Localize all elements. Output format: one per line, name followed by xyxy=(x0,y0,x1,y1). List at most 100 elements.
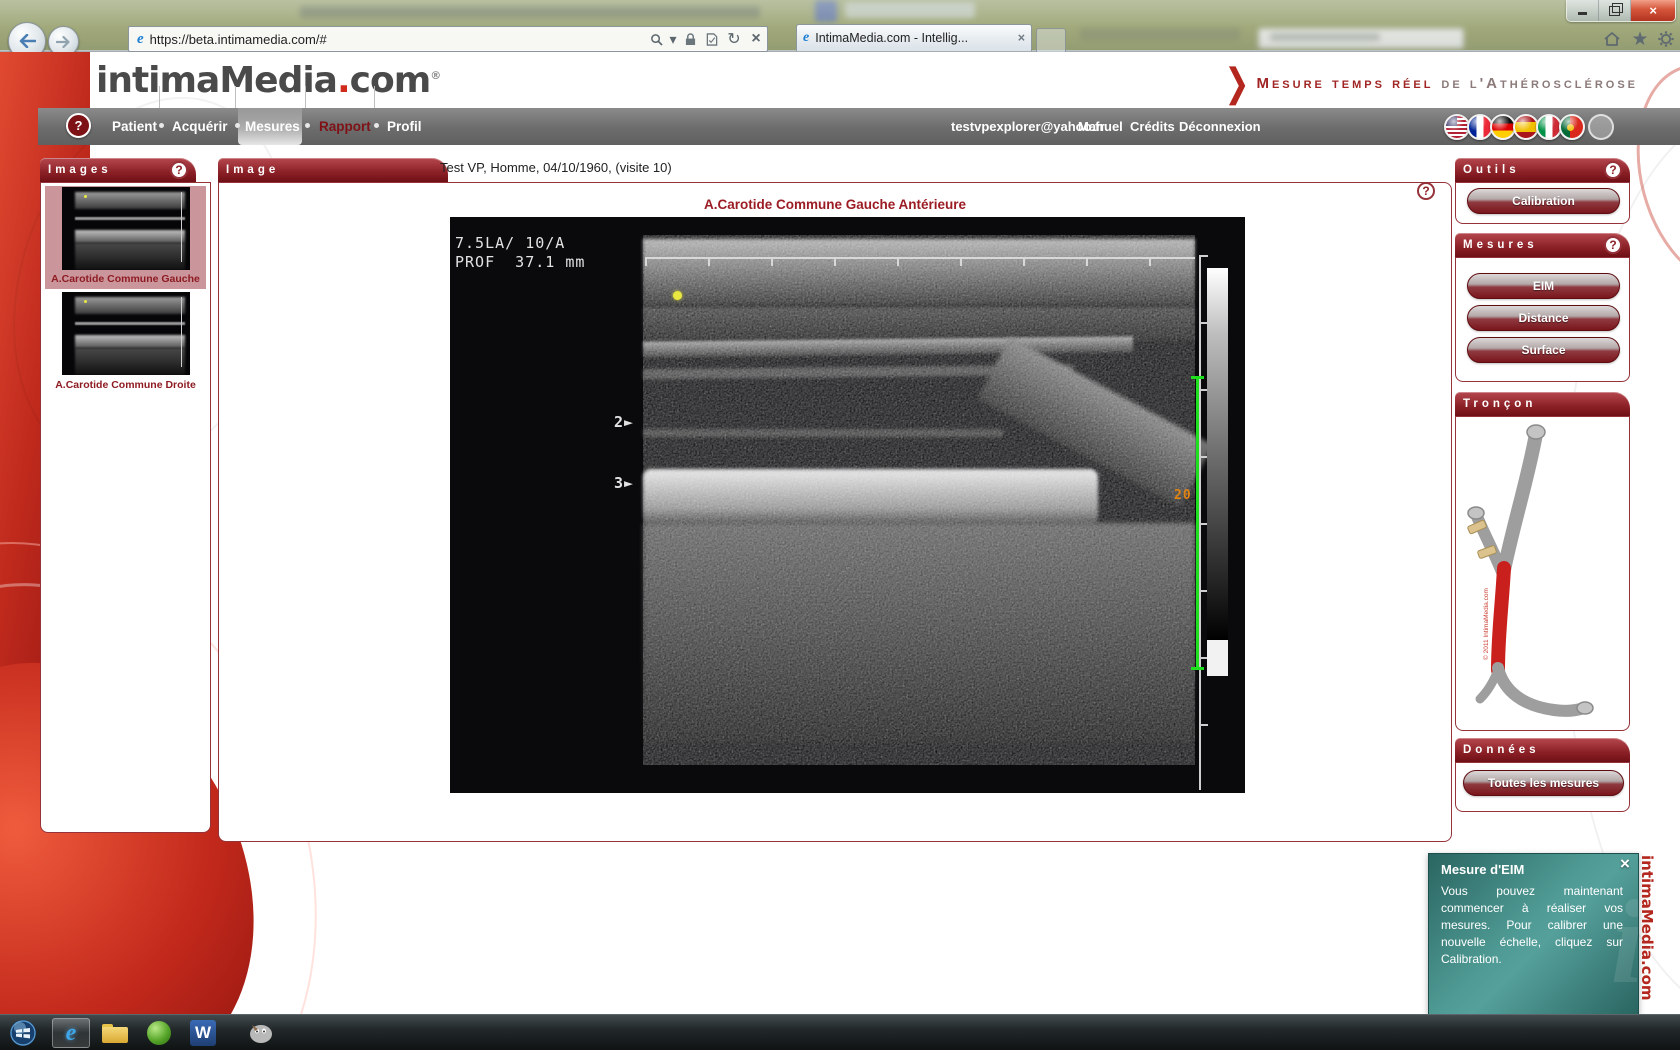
logo-tld: com xyxy=(350,60,431,101)
all-measures-button[interactable]: Toutes les mesures xyxy=(1463,770,1624,796)
tools-panel-header: Outils ? xyxy=(1455,158,1630,182)
screen: × e https://beta.intimamedia.com/# ▾ ↻ xyxy=(0,0,1680,1050)
tooltip-title: Mesure d'EIM xyxy=(1441,862,1626,877)
eim-button[interactable]: EIM xyxy=(1467,273,1620,299)
us-depth-text: PROF 37.1 mm xyxy=(455,253,585,271)
segment-panel-title: Tronçon xyxy=(1463,398,1536,410)
forward-button[interactable] xyxy=(48,26,79,52)
thumbnail-label[interactable]: A.Carotide Commune Droite xyxy=(40,379,211,391)
taskbar-gimp[interactable] xyxy=(242,1018,280,1048)
taskbar-ie[interactable]: e xyxy=(52,1018,90,1048)
tools-help-button[interactable]: ? xyxy=(1604,161,1622,179)
compatibility-icon[interactable] xyxy=(701,28,723,50)
stop-icon[interactable]: × xyxy=(745,28,767,50)
measurement-bracket-green[interactable] xyxy=(1196,376,1199,670)
thumbnail-carotide-gauche[interactable] xyxy=(62,187,190,270)
link-deconnexion[interactable]: Déconnexion xyxy=(1179,108,1261,145)
measures-help-button[interactable]: ? xyxy=(1604,236,1622,254)
yellow-dot-marker[interactable] xyxy=(673,291,682,300)
calibration-button[interactable]: Calibration xyxy=(1467,188,1620,214)
us-depth-label: 20 xyxy=(1174,488,1192,503)
back-button[interactable] xyxy=(8,22,46,52)
taskbar-explorer[interactable] xyxy=(96,1018,134,1048)
page-content: intimaMedia.com® ❯ Mesure temps réel de … xyxy=(0,52,1680,1014)
search-caret-icon[interactable]: ▾ xyxy=(667,28,679,50)
search-icon[interactable] xyxy=(645,28,667,50)
logo-registered: ® xyxy=(430,69,441,82)
images-help-button[interactable]: ? xyxy=(170,161,188,179)
close-icon: × xyxy=(1649,3,1657,18)
favorites-button[interactable]: ★ xyxy=(1628,29,1652,49)
tools-panel-title: Outils xyxy=(1463,164,1520,176)
address-bar[interactable]: e https://beta.intimamedia.com/# ▾ ↻ × xyxy=(128,26,768,52)
us-marker-3: 3► xyxy=(614,474,634,492)
new-tab-button[interactable] xyxy=(1036,28,1066,52)
star-icon: ★ xyxy=(1631,28,1648,51)
green-app-icon xyxy=(147,1021,171,1045)
windows-orb-icon xyxy=(9,1019,37,1047)
data-panel-title: Données xyxy=(1463,744,1540,756)
data-panel-header: Données xyxy=(1455,738,1630,762)
start-button[interactable] xyxy=(4,1018,42,1048)
extra-flag-icon[interactable] xyxy=(1588,114,1614,140)
minimize-button[interactable] xyxy=(1567,0,1599,21)
taskbar-word[interactable]: W xyxy=(184,1018,222,1048)
segment-panel-header: Tronçon xyxy=(1455,392,1630,416)
tab-close-icon[interactable]: × xyxy=(1018,31,1025,45)
image-subtitle: A.Carotide Commune Gauche Antérieure xyxy=(218,197,1452,212)
eim-tooltip: i Mesure d'EIM Vous pouvez maintenant co… xyxy=(1428,853,1639,1014)
us-probe-text: 7.5LA/ 10/A xyxy=(455,234,565,252)
surface-button[interactable]: Surface xyxy=(1467,337,1620,363)
home-button[interactable] xyxy=(1600,29,1624,49)
main-navbar: Patient Acquérir Mesures Rapport Profil … xyxy=(38,108,1680,145)
nav-item-mesures[interactable]: Mesures xyxy=(245,108,300,145)
nav-bullet-icon xyxy=(159,123,164,128)
link-credits[interactable]: Crédits xyxy=(1130,108,1175,145)
gimp-icon xyxy=(248,1021,274,1045)
nav-help-button[interactable]: ? xyxy=(66,113,91,138)
ultrasound-image[interactable]: 7.5LA/ 10/A PROF 37.1 mm 2► 3► 20 xyxy=(450,217,1245,793)
thumbnail-label[interactable]: A.Carotide Commune Gauche xyxy=(40,273,211,285)
browser-tab[interactable]: e IntimaMedia.com - Intellig... × xyxy=(796,24,1032,51)
link-manuel[interactable]: Manuel xyxy=(1078,108,1123,145)
logo-dot: . xyxy=(337,60,350,101)
measures-panel-header: Mesures ? xyxy=(1455,233,1630,257)
tagline: ❯ Mesure temps réel de l'Athérosclérose xyxy=(1224,66,1638,101)
logo-text: intimaMedia xyxy=(96,60,337,101)
nav-item-acquerir[interactable]: Acquérir xyxy=(172,108,228,145)
measures-panel-title: Mesures xyxy=(1463,239,1538,251)
thumbnail-carotide-droite[interactable] xyxy=(62,292,190,375)
vessel-cap xyxy=(1577,702,1593,714)
taskbar-media-app[interactable] xyxy=(140,1018,178,1048)
url-text[interactable]: https://beta.intimamedia.com/# xyxy=(150,32,327,47)
portugal-flag-icon[interactable] xyxy=(1559,114,1585,140)
diagram-watermark: © 2011 IntimaMedia.com xyxy=(1482,588,1490,660)
nav-item-profil[interactable]: Profil xyxy=(387,108,422,145)
tagline-part1: Mesure temps réel xyxy=(1256,75,1433,92)
close-button[interactable]: × xyxy=(1631,0,1675,21)
taskbar: e W FR ▴ xyxy=(0,1014,1680,1050)
yellow-dot-icon xyxy=(84,195,87,198)
word-icon: W xyxy=(190,1020,216,1046)
distance-button[interactable]: Distance xyxy=(1467,305,1620,331)
nav-item-rapport[interactable]: Rapport xyxy=(319,108,371,145)
restore-icon xyxy=(1609,6,1620,16)
carotid-diagram[interactable]: © 2011 IntimaMedia.com xyxy=(1460,420,1625,726)
images-panel-title: Images xyxy=(48,164,112,176)
chevron-icon: ❯ xyxy=(1224,61,1252,107)
restore-button[interactable] xyxy=(1599,0,1631,21)
tooltip-close-icon[interactable]: × xyxy=(1620,855,1630,872)
vertical-brand-watermark: intimaMedia.com xyxy=(1638,855,1656,1014)
folder-icon xyxy=(102,1024,128,1043)
image-help-button[interactable]: ? xyxy=(1417,182,1435,200)
site-logo[interactable]: intimaMedia.com® xyxy=(96,60,441,101)
vessel-cap xyxy=(1527,425,1545,439)
gear-icon xyxy=(1657,30,1675,48)
image-panel-header: Image xyxy=(218,158,448,182)
settings-button[interactable] xyxy=(1654,29,1678,49)
refresh-icon[interactable]: ↻ xyxy=(723,28,745,50)
nav-separator xyxy=(374,86,375,108)
nav-item-patient[interactable]: Patient xyxy=(112,108,157,145)
site-favicon: e xyxy=(137,31,144,48)
yellow-dot-icon xyxy=(84,300,87,303)
